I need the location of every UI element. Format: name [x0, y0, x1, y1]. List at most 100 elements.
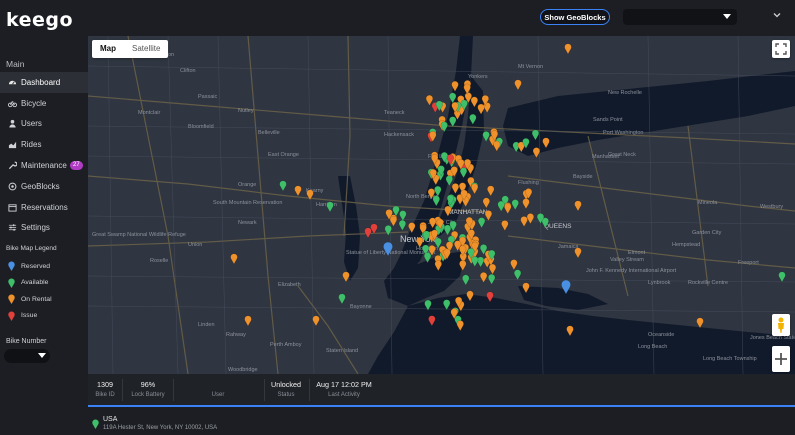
- map-place-label: Elizabeth: [278, 282, 301, 288]
- lock-battery-label: Lock Battery: [131, 392, 165, 398]
- sidebar-item-geoblocks[interactable]: GeoBlocks: [0, 176, 88, 197]
- legend-item-issue: Issue: [8, 308, 52, 325]
- pin-issue-icon: [8, 311, 15, 321]
- sidebar-item-reservations[interactable]: Reservations: [0, 197, 88, 218]
- map-place-label: Yonkers: [468, 74, 488, 80]
- wrench-icon: [8, 161, 17, 170]
- sidebar-item-label: Bicycle: [21, 98, 47, 108]
- map-place-label: Montclair: [138, 110, 160, 116]
- plus-icon: [775, 353, 787, 365]
- bike-map[interactable]: YonkersMt VernonNew RochelleGreat NeckPa…: [88, 36, 795, 374]
- sidebar-item-maintenance[interactable]: Maintenance 27: [0, 155, 88, 176]
- sidebar-item-rides[interactable]: Rides: [0, 134, 88, 155]
- bike-id-value: 1309: [97, 380, 113, 389]
- sidebar-item-label: GeoBlocks: [21, 181, 60, 191]
- map-place-label: Clifton: [180, 68, 196, 74]
- bike-id-label: Bike ID: [95, 392, 115, 398]
- divider: [264, 379, 265, 401]
- status-label: Status: [277, 392, 295, 398]
- tab-map[interactable]: Map: [92, 40, 124, 58]
- map-canvas[interactable]: YonkersMt VernonNew RochelleGreat NeckPa…: [88, 36, 795, 374]
- legend-title: Bike Map Legend: [6, 245, 57, 252]
- map-place-label: Belleville: [258, 130, 280, 136]
- map-place-label: Nutley: [238, 108, 254, 114]
- map-place-label: Rahway: [226, 332, 246, 338]
- bike-id-cell: 1309 Bike ID: [92, 380, 118, 398]
- sidebar-item-settings[interactable]: Settings: [0, 218, 88, 239]
- zoom-in-button[interactable]: [772, 346, 790, 372]
- map-place-label: Bayonne: [350, 304, 372, 310]
- sidebar-item-label: Reservations: [21, 202, 68, 212]
- map-place-label: Lynbrook: [648, 280, 671, 286]
- map-place-label: QUEENS: [544, 223, 572, 230]
- map-type-toggle: Map Satellite: [92, 40, 169, 58]
- legend-label: On Rental: [21, 295, 52, 303]
- map-place-label: Manhasset: [592, 154, 619, 160]
- legend-label: Reserved: [21, 262, 51, 270]
- divider: [122, 379, 123, 401]
- sidebar-item-label: Maintenance: [21, 161, 67, 171]
- sidebar-section-title: Main: [6, 59, 25, 69]
- map-place-label: Bloomfield: [188, 124, 214, 130]
- location-pin-icon: [92, 419, 99, 429]
- legend-item-reserved: Reserved: [8, 258, 52, 275]
- user-icon: [9, 120, 16, 129]
- sidebar-item-label: Rides: [21, 140, 42, 150]
- sidebar-nav: Dashboard Bicycle Users Rides Maintenanc…: [0, 72, 88, 238]
- map-place-label: Mineola: [698, 200, 718, 206]
- map-place-label: Rockville Centre: [688, 280, 728, 286]
- map-place-label: Port Washington: [603, 130, 643, 136]
- pin-available-icon: [8, 278, 15, 288]
- map-place-label: Hackensack: [384, 132, 414, 138]
- bike-number-select[interactable]: [4, 349, 50, 363]
- bicycle-icon: [8, 100, 17, 107]
- map-place-label: Oceanside: [648, 332, 674, 338]
- user-value: [198, 380, 238, 389]
- caret-down-icon: [38, 353, 46, 358]
- map-place-label: Newark: [238, 220, 257, 226]
- legend-label: Available: [21, 279, 49, 287]
- bike-map-legend: Reserved Available On Rental Issue: [8, 258, 52, 324]
- bike-number-label: Bike Number: [6, 338, 47, 345]
- fullscreen-button[interactable]: [772, 40, 790, 58]
- map-place-label: South Mountain Reservation: [213, 200, 282, 206]
- address-country: USA: [103, 416, 118, 423]
- address-bar: USA 119A Hester St, New York, NY 10002, …: [88, 409, 795, 435]
- maintenance-count-badge: 27: [70, 161, 83, 171]
- sidebar-item-bicycle[interactable]: Bicycle: [0, 93, 88, 114]
- map-place-label: Linden: [198, 322, 215, 328]
- tab-satellite[interactable]: Satellite: [124, 40, 168, 58]
- dashboard-icon: [8, 80, 17, 85]
- last-activity-value: Aug 17 12:02 PM: [316, 380, 372, 389]
- pin-reserved-icon: [8, 261, 15, 272]
- sidebar-item-label: Users: [21, 119, 42, 129]
- top-select-dropdown[interactable]: [623, 9, 737, 25]
- map-place-label: Union: [188, 242, 202, 248]
- sidebar-item-label: Dashboard: [21, 77, 61, 87]
- map-place-label: Freeport: [738, 260, 759, 266]
- map-place-label: Orange: [238, 182, 256, 188]
- map-place-label: Long Beach Township: [703, 356, 757, 362]
- user-cell: User: [198, 380, 238, 398]
- legend-item-on-rental: On Rental: [8, 291, 52, 308]
- divider: [173, 379, 174, 401]
- map-place-label: MANHATTAN: [448, 209, 488, 216]
- status-cell: Unlocked Status: [268, 380, 304, 398]
- lock-battery-value: 96%: [140, 380, 156, 389]
- lock-battery-cell: 96% Lock Battery: [128, 380, 168, 398]
- show-geoblocks-button[interactable]: Show GeoBlocks: [540, 9, 610, 25]
- map-place-label: Westbury: [760, 204, 783, 210]
- sidebar-item-dashboard[interactable]: Dashboard: [0, 72, 88, 93]
- chart-icon: [8, 142, 17, 149]
- map-place-label: Perth Amboy: [270, 342, 302, 348]
- last-activity-cell: Aug 17 12:02 PM Last Activity: [314, 380, 374, 398]
- map-place-label: Roselle: [150, 258, 168, 264]
- last-activity-label: Last Activity: [328, 392, 360, 398]
- sidebar-item-users[interactable]: Users: [0, 114, 88, 135]
- map-place-label: John F. Kennedy International Airport: [586, 268, 677, 274]
- street-view-pegman[interactable]: [772, 314, 790, 336]
- legend-label: Issue: [21, 312, 38, 320]
- divider: [309, 379, 310, 401]
- chevron-down-icon[interactable]: [772, 10, 782, 20]
- geoblock-icon: [8, 182, 17, 191]
